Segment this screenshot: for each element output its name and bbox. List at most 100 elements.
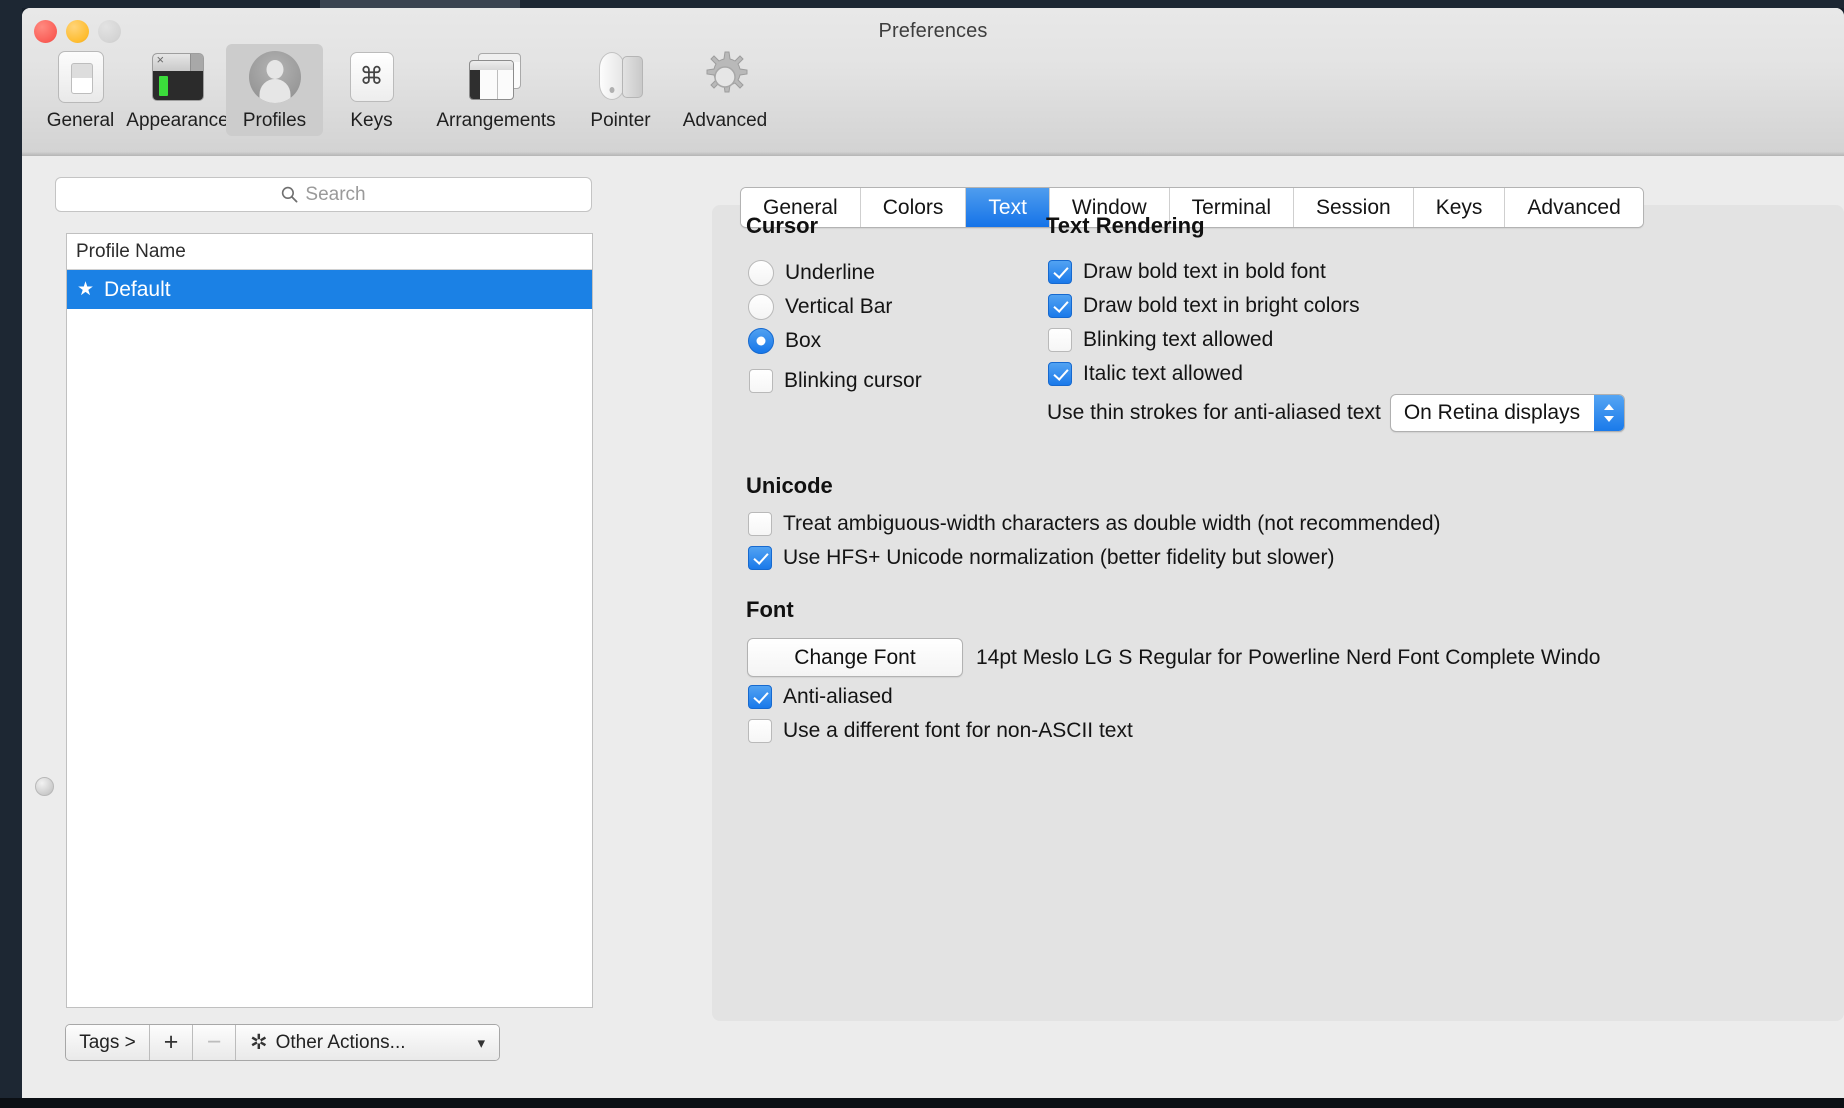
cursor-option-box-label: Box	[785, 329, 822, 352]
profiles-bottom-toolbar: Tags > + − ✲ Other Actions... ▾	[65, 1024, 500, 1061]
cursor-option-vertical-bar-label: Vertical Bar	[785, 295, 893, 318]
add-profile-button[interactable]: +	[150, 1025, 193, 1060]
cursor-option-vertical-bar[interactable]: Vertical Bar	[748, 294, 892, 320]
thin-strokes-select[interactable]: On Retina displays	[1389, 394, 1626, 432]
profile-name-label: Default	[104, 277, 171, 301]
table-row[interactable]: ★ Default	[67, 270, 592, 309]
backdrop-bottom-strip	[0, 1098, 1844, 1108]
backdrop-left-strip	[0, 0, 22, 1108]
tab-keys[interactable]: Keys	[1413, 188, 1506, 227]
checkbox-blinking-text-allowed-icon[interactable]	[1048, 328, 1072, 352]
backdrop-top-strip	[0, 0, 1844, 8]
toolbar-item-advanced[interactable]: Advanced	[669, 44, 781, 136]
toolbar-item-general[interactable]: General	[32, 44, 129, 136]
keys-icon: ⌘	[345, 50, 399, 104]
tags-button[interactable]: Tags >	[66, 1025, 150, 1060]
cursor-section-heading: Cursor	[746, 213, 819, 238]
pointer-icon	[594, 50, 648, 104]
checkbox-blinking-text-label: Blinking text allowed	[1083, 328, 1274, 351]
checkbox-draw-bold-text-in-bright-colors-icon[interactable]	[1048, 294, 1072, 318]
checkbox-row-ambiguous-width[interactable]: Treat ambiguous-width characters as doub…	[748, 512, 1441, 536]
window-titlebar: Preferences General Appearance	[22, 8, 1844, 156]
remove-profile-button[interactable]: −	[193, 1025, 236, 1060]
thin-strokes-selected-value: On Retina displays	[1403, 401, 1581, 424]
checkbox-row-non-ascii-font[interactable]: Use a different font for non-ASCII text	[748, 719, 1133, 743]
unicode-section-heading: Unicode	[746, 473, 833, 498]
toolbar-item-profiles[interactable]: Profiles	[226, 44, 323, 136]
preferences-content: Search Profile Name ★ Default Tags > + −…	[22, 156, 1844, 1098]
profiles-table[interactable]: Profile Name ★ Default	[66, 233, 593, 1008]
settings-panel-background	[712, 205, 1844, 1021]
change-font-button[interactable]: Change Font	[747, 638, 963, 677]
checkbox-row-hfs-normalization[interactable]: Use HFS+ Unicode normalization (better f…	[748, 546, 1334, 570]
checkbox-italic-text-label: Italic text allowed	[1083, 362, 1243, 385]
checkbox-row-anti-aliased[interactable]: Anti-aliased	[748, 685, 893, 709]
tab-text[interactable]: Text	[966, 188, 1050, 227]
toolbar-item-profiles-label: Profiles	[242, 110, 307, 131]
profiles-icon	[248, 50, 302, 104]
toolbar-item-appearance[interactable]: Appearance	[126, 44, 229, 136]
stepper-icon[interactable]	[1594, 395, 1625, 431]
arrangements-icon	[469, 50, 523, 104]
cursor-option-box[interactable]: Box	[748, 328, 821, 354]
radio-underline-icon[interactable]	[748, 260, 774, 286]
cursor-blinking-checkbox-row[interactable]: Blinking cursor	[749, 369, 922, 393]
thin-strokes-label: Use thin strokes for anti-aliased text	[1047, 401, 1381, 424]
toolbar-item-keys[interactable]: ⌘ Keys	[323, 44, 420, 136]
favorite-star-icon: ★	[77, 279, 95, 300]
search-placeholder: Search	[305, 183, 366, 205]
other-actions-label: Other Actions...	[275, 1031, 406, 1053]
profiles-sidebar: Search Profile Name ★ Default Tags > + −…	[32, 156, 593, 1098]
change-font-row: Change Font	[747, 638, 963, 677]
toolbar-item-arrangements[interactable]: Arrangements	[420, 44, 572, 136]
font-section-heading: Font	[746, 597, 794, 622]
radio-vertical-bar-icon[interactable]	[748, 294, 774, 320]
checkbox-anti-aliased-label: Anti-aliased	[783, 685, 893, 708]
search-icon	[282, 186, 298, 203]
appearance-icon	[151, 50, 205, 104]
settings-pane: General Colors Text Window Terminal Sess…	[584, 156, 1844, 1098]
cursor-blinking-label: Blinking cursor	[784, 369, 922, 392]
checkbox-blinking-cursor-icon[interactable]	[749, 369, 773, 393]
other-actions-button[interactable]: ✲ Other Actions... ▾	[236, 1025, 499, 1060]
cursor-option-underline[interactable]: Underline	[748, 260, 875, 286]
tab-advanced[interactable]: Advanced	[1505, 188, 1643, 227]
chevron-down-icon: ▾	[477, 1034, 485, 1052]
checkbox-anti-aliased-icon[interactable]	[748, 685, 772, 709]
checkbox-ambiguous-width-label: Treat ambiguous-width characters as doub…	[783, 512, 1441, 535]
preferences-window: Preferences General Appearance	[22, 8, 1844, 1098]
text-rendering-section-heading: Text Rendering	[1046, 213, 1205, 238]
thin-strokes-row: Use thin strokes for anti-aliased text O…	[1047, 394, 1626, 432]
cursor-option-underline-label: Underline	[785, 261, 875, 284]
checkbox-row-bold-font[interactable]: Draw bold text in bold font	[1048, 260, 1326, 284]
checkbox-non-ascii-font-icon[interactable]	[748, 719, 772, 743]
checkbox-non-ascii-font-label: Use a different font for non-ASCII text	[783, 719, 1133, 742]
checkbox-italic-text-allowed-icon[interactable]	[1048, 362, 1072, 386]
toolbar-item-advanced-label: Advanced	[682, 110, 768, 131]
search-input[interactable]: Search	[55, 177, 592, 212]
checkbox-bold-font-label: Draw bold text in bold font	[1083, 260, 1326, 283]
general-icon	[54, 50, 108, 104]
checkbox-ambiguous-width-icon[interactable]	[748, 512, 772, 536]
tab-session[interactable]: Session	[1293, 188, 1414, 227]
toolbar-item-arrangements-label: Arrangements	[436, 110, 556, 131]
checkbox-row-italic-text[interactable]: Italic text allowed	[1048, 362, 1243, 386]
toolbar-item-pointer-label: Pointer	[590, 110, 651, 131]
checkbox-draw-bold-text-in-bold-font-icon[interactable]	[1048, 260, 1072, 284]
profiles-column-header[interactable]: Profile Name	[67, 234, 592, 270]
tab-colors[interactable]: Colors	[860, 188, 967, 227]
checkbox-hfs-normalization-label: Use HFS+ Unicode normalization (better f…	[783, 546, 1335, 569]
toolbar-item-general-label: General	[46, 110, 115, 131]
toolbar-item-appearance-label: Appearance	[126, 110, 229, 131]
window-title: Preferences	[878, 20, 988, 42]
toolbar-item-keys-label: Keys	[350, 110, 393, 131]
checkbox-hfs-normalization-icon[interactable]	[748, 546, 772, 570]
checkbox-bright-colors-label: Draw bold text in bright colors	[1083, 294, 1360, 317]
font-description-label: 14pt Meslo LG S Regular for Powerline Ne…	[976, 646, 1601, 669]
checkbox-row-bright-colors[interactable]: Draw bold text in bright colors	[1048, 294, 1360, 318]
toolbar-item-pointer[interactable]: Pointer	[572, 44, 669, 136]
checkbox-row-blinking-text[interactable]: Blinking text allowed	[1048, 328, 1273, 352]
radio-box-icon[interactable]	[748, 328, 774, 354]
advanced-icon	[698, 50, 752, 104]
gear-icon: ✲	[250, 1031, 268, 1054]
